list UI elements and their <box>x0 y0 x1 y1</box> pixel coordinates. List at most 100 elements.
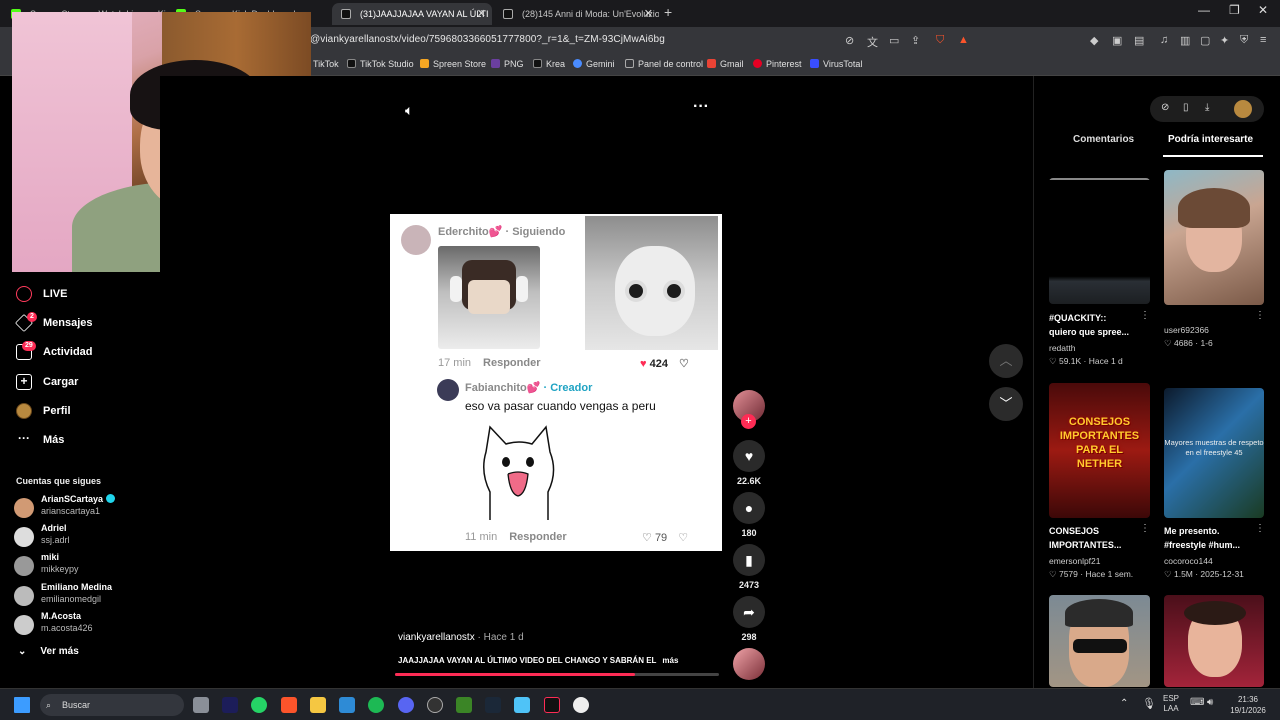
brave-rewards-icon[interactable]: ▲ <box>958 34 969 46</box>
menu-icon[interactable]: ≡ <box>1260 34 1266 46</box>
close-tab-icon[interactable]: ✕ <box>477 3 486 25</box>
more-options-icon[interactable]: ⋮ <box>1255 523 1265 534</box>
translate-icon[interactable]: 文 <box>867 34 878 50</box>
discord-icon[interactable] <box>398 697 414 713</box>
brave-shield-icon[interactable]: ⛉ <box>936 34 944 47</box>
store-icon[interactable] <box>339 697 355 713</box>
volume-icon[interactable]: 🔊︎ <box>1207 697 1213 708</box>
network-icon[interactable]: ⌨︎ <box>1190 697 1204 708</box>
share-button[interactable]: ➦ <box>733 596 765 628</box>
reader-icon[interactable]: ⊘ <box>845 34 854 47</box>
account-item[interactable]: ArianSCartaya arianscartaya1 <box>14 494 154 520</box>
music-icon[interactable]: ♫ <box>1160 34 1168 46</box>
tab-comments[interactable]: Comentarios <box>1073 134 1134 145</box>
profile-avatar[interactable] <box>1234 100 1252 118</box>
comment-likes[interactable]: ♥ 424 ♡ <box>640 357 689 370</box>
bookmark-spreen-store[interactable]: Spreen Store <box>420 59 486 69</box>
video-progress[interactable] <box>395 673 719 676</box>
bookmark-tiktok-studio[interactable]: TikTok Studio <box>347 59 414 69</box>
notepad-icon[interactable] <box>514 697 530 713</box>
wallet-icon[interactable]: ▢ <box>1200 34 1210 47</box>
extension-icon[interactable]: ▣ <box>1112 34 1122 47</box>
video-title[interactable]: CONSEJOS IMPORTANTES... <box>1049 524 1121 552</box>
video-thumbnail[interactable] <box>1049 178 1150 304</box>
video-frame[interactable]: Ederchito💕 · Siguiendo 17 min Responder ♥… <box>390 214 722 551</box>
start-icon[interactable] <box>14 697 30 713</box>
bookmark-gemini[interactable]: Gemini <box>573 59 615 69</box>
account-item[interactable]: Adriel ssj.adrl <box>14 523 154 549</box>
bookmark-virustotal[interactable]: VirusTotal <box>810 59 862 69</box>
account-item[interactable]: miki mikkeypy <box>14 552 154 578</box>
account-item[interactable]: Emiliano Medina emilianomedgil <box>14 582 154 608</box>
video-thumbnail[interactable]: Mayores muestras de respeto en el freest… <box>1164 388 1264 518</box>
tiktok-icon[interactable] <box>544 697 560 713</box>
follow-button[interactable]: + <box>741 414 756 429</box>
mic-icon[interactable]: 🎙︎ <box>1142 697 1156 710</box>
language-indicator[interactable]: ESP LAA <box>1163 694 1179 714</box>
bookmark-krea[interactable]: Krea <box>533 59 565 69</box>
video-thumbnail[interactable] <box>1164 170 1264 305</box>
next-video-button[interactable]: ﹀ <box>989 387 1023 421</box>
video-thumbnail[interactable]: CONSEJOS IMPORTANTES PARA EL NETHER <box>1049 383 1150 518</box>
more-options-icon[interactable]: ⋮ <box>1255 310 1265 321</box>
video-thumbnail[interactable] <box>1049 595 1150 687</box>
close-window-icon[interactable]: ✕ <box>1258 3 1268 17</box>
bookmark-gmail[interactable]: Gmail <box>707 59 744 69</box>
video-title[interactable]: Me presento. #freestyle #hum... <box>1164 524 1240 552</box>
see-more-button[interactable]: ⌄ Ver más <box>18 646 79 657</box>
video-user[interactable]: user692366 <box>1164 325 1209 335</box>
app-icon[interactable] <box>573 697 589 713</box>
tab-recommended[interactable]: Podría interesarte <box>1168 134 1253 145</box>
sidebar-toggle-icon[interactable]: ▥ <box>1180 34 1190 47</box>
cast-icon[interactable]: ▭ <box>889 34 899 47</box>
spotify-icon[interactable] <box>368 697 384 713</box>
minecraft-icon[interactable] <box>456 697 472 713</box>
obs-icon[interactable] <box>427 697 443 713</box>
like-button[interactable]: ♥ <box>733 440 765 472</box>
video-user[interactable]: emersonlpf21 <box>1049 556 1101 566</box>
tab-moda[interactable]: (28)145 Anni di Moda: Un'Evoluzione ✕ <box>494 3 659 25</box>
search-box[interactable]: ⌕ Buscar <box>40 694 184 716</box>
bookmark-panel[interactable]: Panel de control <box>625 59 703 69</box>
premiere-icon[interactable] <box>222 697 238 713</box>
maximize-icon[interactable]: ❐ <box>1229 3 1240 17</box>
close-tab-icon[interactable]: ✕ <box>644 3 653 25</box>
compass-icon[interactable]: ⊘ <box>1161 102 1169 113</box>
bookmark-png[interactable]: PNG <box>491 59 524 69</box>
phone-icon[interactable]: ▯ <box>1183 102 1189 113</box>
extension-icon[interactable]: ◆ <box>1090 34 1098 47</box>
explorer-icon[interactable] <box>310 697 326 713</box>
caption-more-button[interactable]: más <box>662 656 678 665</box>
sound-avatar[interactable] <box>733 648 765 680</box>
tray-chevron-icon[interactable]: ⌃ <box>1120 698 1128 709</box>
video-user[interactable]: redatth <box>1049 343 1075 353</box>
more-options-icon[interactable]: ⋮ <box>1140 310 1150 321</box>
previous-video-button[interactable]: ︿ <box>989 344 1023 378</box>
video-title[interactable]: #QUACKITY:: quiero que spree... <box>1049 311 1129 339</box>
url-text[interactable]: @viankyarellanostx/video/759680336605177… <box>310 34 665 45</box>
save-button[interactable]: ▮ <box>733 544 765 576</box>
brave-icon[interactable] <box>281 697 297 713</box>
author-line[interactable]: viankyarellanostx · Hace 1 d <box>398 632 524 643</box>
new-tab-button[interactable]: + <box>664 4 672 20</box>
comments-button[interactable]: ● <box>733 492 765 524</box>
leo-icon[interactable]: ✦ <box>1220 34 1229 47</box>
more-options-icon[interactable]: ··· <box>693 98 709 116</box>
volume-icon[interactable]: 🔈︎ <box>405 102 413 119</box>
tab-tiktok-video[interactable]: (31)JAAJJAJAA VAYAN AL ÚLTI ✕ <box>332 3 492 25</box>
reply-button[interactable]: Responder <box>509 531 566 543</box>
minimize-icon[interactable]: — <box>1198 3 1210 17</box>
video-user[interactable]: cocoroco144 <box>1164 556 1213 566</box>
steam-icon[interactable] <box>485 697 501 713</box>
download-icon[interactable]: ⤓ <box>1205 102 1209 113</box>
extension-icon[interactable]: ▤ <box>1134 34 1144 47</box>
reply-button[interactable]: Responder <box>483 357 540 369</box>
account-item[interactable]: M.Acosta m.acosta426 <box>14 611 154 637</box>
more-options-icon[interactable]: ⋮ <box>1140 523 1150 534</box>
task-view-icon[interactable] <box>193 697 209 713</box>
video-thumbnail[interactable] <box>1164 595 1264 687</box>
bookmark-tiktok[interactable]: TikTok <box>313 59 339 69</box>
bookmark-pinterest[interactable]: Pinterest <box>753 59 802 69</box>
clock[interactable]: 21:36 19/1/2026 <box>1228 694 1268 716</box>
share-icon[interactable]: ⇪ <box>911 34 920 47</box>
